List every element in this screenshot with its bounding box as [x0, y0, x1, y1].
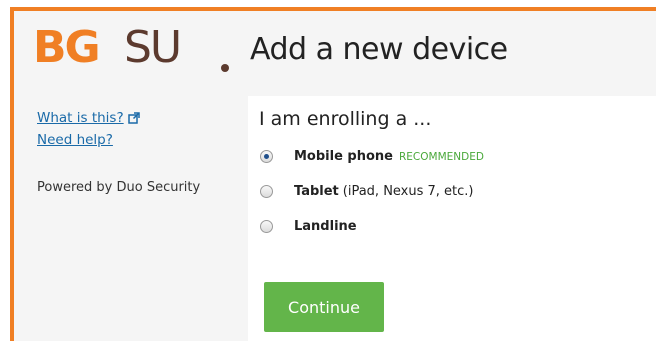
option-landline[interactable]: Landline [260, 219, 357, 234]
page-title: Add a new device [250, 32, 508, 67]
need-help-link[interactable]: Need help? [37, 132, 140, 148]
recommended-badge: RECOMMENDED [399, 150, 484, 163]
external-link-icon[interactable] [127, 112, 140, 124]
what-is-this-row: What is this? [37, 110, 140, 126]
radio-landline[interactable] [260, 220, 273, 233]
enroll-question: I am enrolling a ... [259, 108, 432, 130]
enroll-panel: I am enrolling a ... Mobile phone RECOMM… [248, 96, 656, 341]
option-extra: (iPad, Nexus 7, etc.) [342, 184, 474, 199]
option-label: Tablet [294, 184, 339, 199]
logo-su-text: SU [124, 22, 182, 73]
what-is-this-link[interactable]: What is this? [37, 110, 124, 126]
logo-bg-text: BG [33, 22, 101, 73]
logo-registered-mark [221, 64, 229, 72]
powered-by-text: Powered by Duo Security [37, 180, 201, 195]
option-mobile-phone[interactable]: Mobile phone RECOMMENDED [260, 149, 484, 164]
radio-tablet[interactable] [260, 185, 273, 198]
option-tablet[interactable]: Tablet (iPad, Nexus 7, etc.) [260, 184, 474, 199]
sidebar: What is this? Need help? [37, 110, 140, 148]
option-label: Mobile phone [294, 149, 393, 164]
radio-mobile-phone[interactable] [260, 150, 273, 163]
option-label: Landline [294, 219, 357, 234]
continue-button[interactable]: Continue [264, 282, 384, 332]
